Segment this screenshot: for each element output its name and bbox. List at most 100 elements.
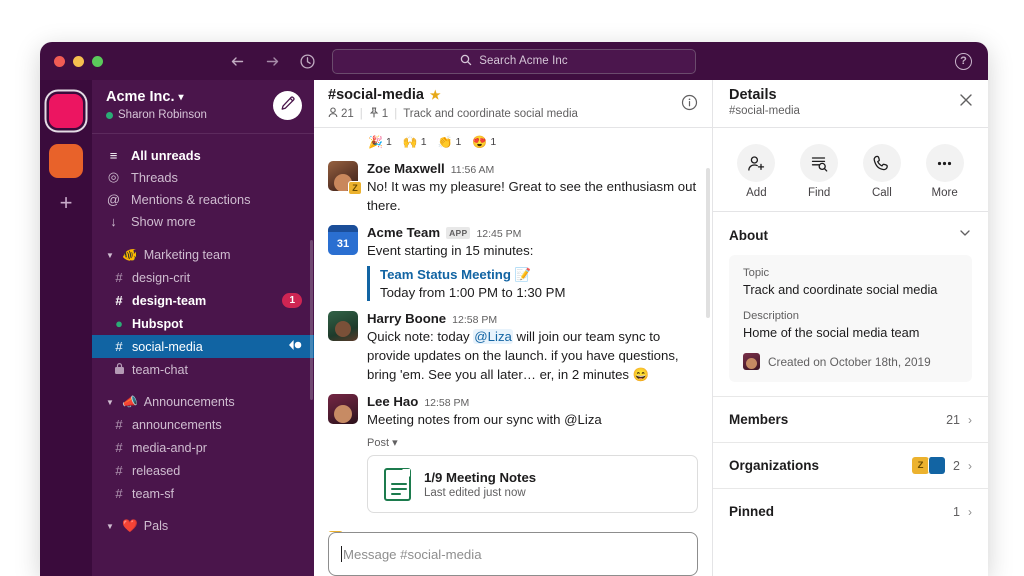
- details-header: Details #social-media: [713, 80, 988, 128]
- find-button[interactable]: Find: [790, 144, 848, 199]
- message-scrollbar[interactable]: [706, 168, 710, 318]
- add-button[interactable]: Add: [727, 144, 785, 199]
- org-avatar-secondary: [928, 457, 946, 474]
- event-time: Today from 1:00 PM to 1:30 PM: [380, 285, 566, 300]
- sidebar-channel-team-sf[interactable]: # team-sf: [92, 482, 314, 505]
- avatar[interactable]: [328, 311, 358, 341]
- message-pane: #social-media ★ 21 | 1 | Track and coord…: [314, 80, 712, 576]
- pin-count-label: 1: [381, 108, 389, 120]
- close-window-button[interactable]: [54, 55, 65, 67]
- details-panel: Details #social-media Add Find Call More…: [712, 80, 988, 576]
- post-type-label[interactable]: Post ▾: [367, 436, 698, 449]
- row-right: Z 2 ›: [912, 457, 972, 474]
- workspace-icon-acme[interactable]: [49, 94, 83, 128]
- group-emoji-icon: 📣: [122, 394, 138, 409]
- app-badge: APP: [446, 227, 471, 239]
- channel-group-marketing-team[interactable]: ▼ 🐠 Marketing team: [92, 244, 314, 266]
- action-label: Add: [746, 187, 767, 199]
- channel-group-announcements[interactable]: ▼ 📣 Announcements: [92, 391, 314, 413]
- org-name[interactable]: Zenith Marketing: [351, 532, 445, 533]
- workspace-icon-secondary[interactable]: [49, 144, 83, 178]
- arrow-right-icon[interactable]: [264, 53, 281, 70]
- maximize-window-button[interactable]: [92, 55, 103, 67]
- row-value: 2: [953, 458, 960, 473]
- call-button[interactable]: Call: [853, 144, 911, 199]
- details-row-organizations[interactable]: Organizations Z 2 ›: [713, 442, 988, 488]
- channel-label: released: [132, 463, 181, 478]
- minimize-window-button[interactable]: [73, 55, 84, 67]
- search-input[interactable]: Search Acme Inc: [332, 48, 696, 74]
- more-button[interactable]: More: [916, 144, 974, 199]
- reaction-chip[interactable]: 🙌 1: [403, 135, 427, 149]
- chevron-right-icon: ›: [968, 412, 972, 427]
- chevron-right-icon: ›: [968, 504, 972, 519]
- clock-icon[interactable]: [299, 53, 316, 70]
- message-timestamp[interactable]: 12:58 PM: [424, 397, 469, 409]
- add-workspace-button[interactable]: +: [60, 192, 73, 214]
- sidebar-scrollbar[interactable]: [310, 240, 313, 400]
- sidebar-channel-media-and-pr[interactable]: # media-and-pr: [92, 436, 314, 459]
- channel-group-pals[interactable]: ▼ ❤️ Pals: [92, 515, 314, 537]
- workspace-header[interactable]: Acme Inc. ▾ Sharon Robinson: [92, 80, 314, 134]
- sidebar-item-threads[interactable]: ◎ Threads: [92, 166, 314, 188]
- sidebar-channel-social-media[interactable]: # social-media: [92, 335, 314, 358]
- sidebar-channel-released[interactable]: # released: [92, 459, 314, 482]
- sidebar-channel-announcements[interactable]: # announcements: [92, 413, 314, 436]
- reaction-chip[interactable]: 🎉 1: [368, 135, 392, 149]
- close-icon[interactable]: [958, 92, 974, 113]
- star-icon[interactable]: ★: [430, 88, 441, 102]
- post-attachment-card[interactable]: 1/9 Meeting Notes Last edited just now: [367, 455, 698, 513]
- message-sender[interactable]: Acme Team: [367, 225, 440, 240]
- message-timestamp[interactable]: 12:58 PM: [452, 314, 497, 326]
- org-icon: Z: [328, 531, 343, 532]
- sidebar-channel-design-crit[interactable]: # design-crit: [92, 266, 314, 289]
- sidebar-item-show-more[interactable]: ↓ Show more: [92, 210, 314, 232]
- post-card-text: 1/9 Meeting Notes Last edited just now: [424, 470, 536, 499]
- compose-button[interactable]: [273, 91, 302, 120]
- current-user[interactable]: Sharon Robinson: [106, 109, 207, 121]
- chevron-down-icon[interactable]: [958, 226, 972, 245]
- channel-topic-label[interactable]: Track and coordinate social media: [403, 108, 578, 120]
- sidebar-channel-team-chat[interactable]: team-chat: [92, 358, 314, 381]
- pin-count-button[interactable]: 1: [369, 107, 388, 121]
- message-header: Acme Team APP 12:45 PM: [367, 225, 698, 240]
- sidebar-channel-design-team[interactable]: # design-team 1: [92, 289, 314, 312]
- message-timestamp[interactable]: 12:45 PM: [476, 228, 521, 240]
- event-title[interactable]: Team Status Meeting 📝: [380, 267, 698, 283]
- arrow-left-icon[interactable]: [229, 53, 246, 70]
- sidebar-item-mentions[interactable]: @ Mentions & reactions: [92, 188, 314, 210]
- calendar-day-label: 31: [336, 238, 350, 250]
- message-timestamp[interactable]: 11:56 AM: [451, 164, 495, 176]
- details-row-members[interactable]: Members 21 ›: [713, 396, 988, 442]
- message-composer[interactable]: Message #social-media: [328, 532, 698, 576]
- message-sender[interactable]: Lee Hao: [367, 394, 418, 409]
- message-sender[interactable]: Harry Boone: [367, 311, 446, 326]
- workspace-name-button[interactable]: Acme Inc. ▾: [106, 89, 207, 105]
- channel-title[interactable]: #social-media ★: [328, 87, 698, 103]
- message-sender[interactable]: Zoe Maxwell: [367, 161, 445, 176]
- message-body: Lee Hao 12:58 PM Meeting notes from our …: [367, 394, 698, 513]
- description-value[interactable]: Home of the social media team: [743, 325, 958, 340]
- reaction-count: 1: [490, 136, 497, 148]
- meta-divider: |: [394, 108, 398, 120]
- info-icon[interactable]: [681, 94, 698, 116]
- channel-label: announcements: [132, 417, 222, 432]
- topic-value[interactable]: Track and coordinate social media: [743, 282, 958, 297]
- about-section-header[interactable]: About: [713, 212, 988, 255]
- avatar[interactable]: 31: [328, 225, 358, 255]
- reaction-bar: 🎉 1 🙌 1 👏 1 😍 1: [328, 128, 698, 155]
- member-count-button[interactable]: 21: [328, 107, 354, 121]
- person-icon: [328, 107, 338, 121]
- group-label: Marketing team: [143, 248, 231, 262]
- creator-avatar[interactable]: [743, 353, 760, 370]
- avatar[interactable]: [328, 394, 358, 424]
- user-mention[interactable]: @Liza: [473, 329, 513, 344]
- sidebar-item-all-unreads[interactable]: ≡ All unreads: [92, 144, 314, 166]
- sidebar-channel-hubspot[interactable]: ● Hubspot: [92, 312, 314, 335]
- avatar-wrap: Z: [328, 161, 362, 215]
- reaction-chip[interactable]: 😍 1: [472, 135, 496, 149]
- reaction-chip[interactable]: 👏 1: [438, 135, 462, 149]
- channel-sweep-icon[interactable]: [288, 340, 302, 353]
- details-row-pinned[interactable]: Pinned 1 ›: [713, 488, 988, 534]
- help-icon[interactable]: ?: [955, 52, 972, 70]
